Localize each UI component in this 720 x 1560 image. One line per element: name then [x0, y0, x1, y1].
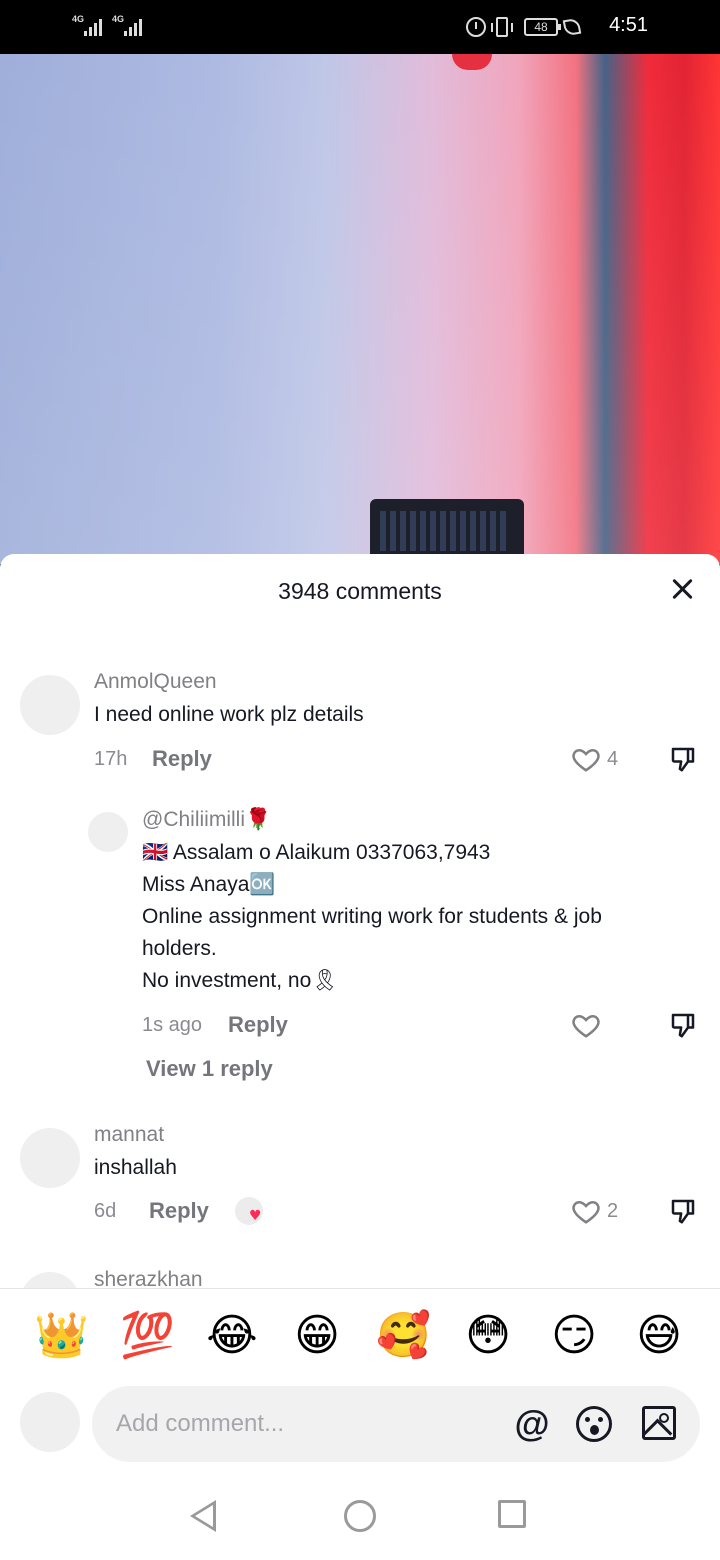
emoji-smirk[interactable]: 😏 [547, 1309, 601, 1363]
home-icon[interactable] [344, 1500, 376, 1532]
battery-saver-icon [562, 17, 582, 37]
status-time: 4:51 [609, 14, 648, 36]
comment-time: 17h [94, 748, 128, 770]
video-background[interactable] [0, 54, 720, 564]
heart-icon[interactable] [571, 1196, 601, 1226]
emoji-quick-bar: 👑 💯 😂 😁 🥰 😳 😏 😅 [0, 1288, 720, 1388]
recent-apps-icon[interactable] [498, 1500, 526, 1528]
battery-icon: 48 [524, 18, 561, 36]
dislike-icon[interactable] [668, 1196, 698, 1226]
heart-icon[interactable] [571, 1010, 601, 1040]
alarm-icon [466, 17, 486, 37]
comment-text-line: Miss Anaya🆗 [142, 873, 276, 896]
comment-input-row: Add comment... @ [0, 1384, 720, 1464]
back-icon[interactable] [190, 1500, 216, 1532]
vibrate-icon [491, 17, 513, 37]
comment-text-line: Online assignment writing work for stude… [142, 905, 602, 928]
like-count: 4 [607, 748, 619, 770]
avatar [20, 1392, 80, 1452]
dislike-icon[interactable] [668, 744, 698, 774]
reply-button[interactable]: Reply [228, 1012, 288, 1038]
emoji-hearts-face[interactable]: 🥰 [376, 1309, 431, 1363]
comment-input[interactable]: Add comment... @ [92, 1386, 700, 1462]
comment-username[interactable]: @Chiliimilli🌹 [142, 808, 271, 832]
comments-sheet: 3948 comments AnmolQueen I need online w… [0, 554, 720, 1560]
mention-icon[interactable]: @ [512, 1404, 552, 1444]
comment-time: 1s ago [142, 1014, 203, 1036]
comment-text-line: 🇬🇧 Assalam o Alaikum 0337063,7943 [142, 841, 491, 864]
close-icon[interactable] [668, 574, 698, 604]
emoji-grin[interactable]: 😁 [290, 1309, 344, 1363]
comment-text-line: No investment, no🎗 [142, 969, 338, 992]
comment-input-placeholder: Add comment... [116, 1410, 285, 1437]
image-attach-icon[interactable] [642, 1406, 676, 1440]
heart-icon[interactable] [571, 744, 601, 774]
emoji-picker-icon[interactable] [576, 1406, 612, 1442]
emoji-flushed[interactable]: 😳 [461, 1309, 515, 1363]
emoji-sweat-smile[interactable]: 😅 [632, 1309, 686, 1363]
reply-button[interactable]: Reply [149, 1198, 209, 1224]
dislike-icon[interactable] [668, 1010, 698, 1040]
comment-time: 6d [94, 1200, 117, 1222]
avatar[interactable] [20, 675, 80, 735]
comment-username[interactable]: mannat [94, 1123, 164, 1147]
avatar[interactable] [20, 1128, 80, 1188]
creator-liked-icon: ♥ [235, 1197, 263, 1225]
status-bar: 4G 4G 48 4:51 [0, 0, 720, 54]
comment-username[interactable]: AnmolQueen [94, 670, 217, 694]
reply-button[interactable]: Reply [152, 746, 212, 772]
like-count: 2 [607, 1200, 619, 1222]
system-nav-bar [0, 1464, 720, 1560]
avatar[interactable] [88, 812, 128, 852]
emoji-100[interactable]: 💯 [120, 1309, 175, 1363]
view-replies-button[interactable]: View 1 reply [146, 1056, 273, 1082]
comment-text-line: holders. [142, 937, 217, 960]
emoji-crown[interactable]: 👑 [34, 1309, 89, 1363]
comment-text: inshallah [94, 1156, 177, 1179]
emoji-tears-of-joy[interactable]: 😂 [205, 1309, 259, 1363]
comments-count-title: 3948 comments [278, 578, 442, 604]
comment-text: I need online work plz details [94, 703, 364, 726]
